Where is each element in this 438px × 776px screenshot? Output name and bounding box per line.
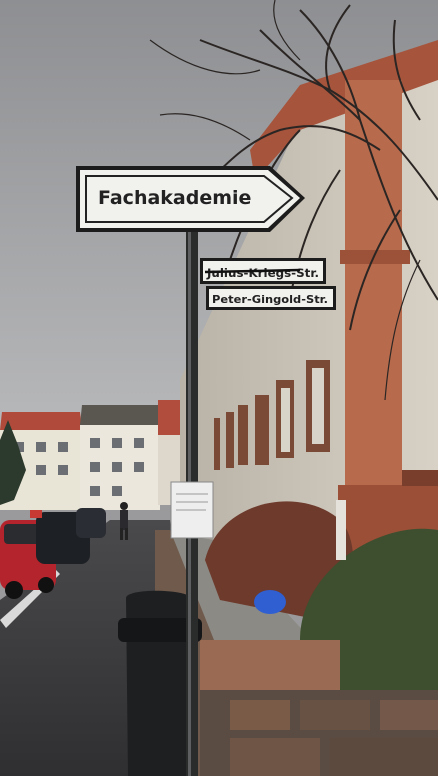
main-sign-text: Fachakademie	[98, 187, 251, 209]
main-direction-sign: Fachakademie	[76, 166, 305, 232]
street-photo: Fachakademie Julius-Kriegs-Str. Peter-Gi…	[0, 0, 438, 776]
blue-bag	[254, 590, 286, 614]
street-sign-crossed: Julius-Kriegs-Str.	[200, 258, 326, 284]
street-sign-new-text: Peter-Gingold-Str.	[212, 293, 328, 306]
street-sign-old-text: Julius-Kriegs-Str.	[206, 266, 319, 280]
posted-notice	[170, 481, 214, 539]
bollard	[336, 500, 346, 560]
distant-houses	[0, 400, 186, 510]
street-sign-new: Peter-Gingold-Str.	[206, 286, 336, 310]
